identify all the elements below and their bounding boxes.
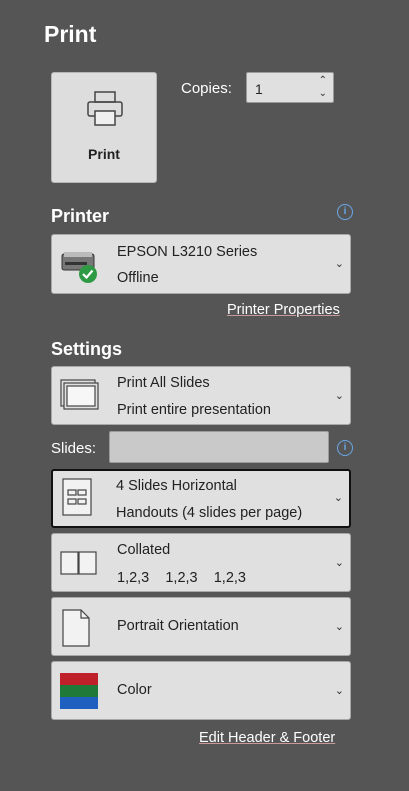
chevron-down-icon: ⌄ xyxy=(334,390,344,402)
chevron-down-icon[interactable]: ⌄ xyxy=(319,89,327,99)
edit-header-footer-link[interactable]: Edit Header & Footer xyxy=(199,730,335,746)
chevron-down-icon: ⌄ xyxy=(334,685,344,697)
copies-label: Copies: xyxy=(181,80,232,97)
printer-dropdown[interactable]: EPSON L3210 Series Offline ⌄ xyxy=(51,234,351,294)
slides-input[interactable] xyxy=(109,431,329,463)
settings-section-title: Settings xyxy=(51,339,123,359)
layout-title: 4 Slides Horizontal xyxy=(116,478,237,494)
all-slides-icon xyxy=(60,379,99,410)
print-range-title: Print All Slides xyxy=(117,375,210,391)
printer-properties-link[interactable]: Printer Properties xyxy=(227,302,340,318)
chevron-up-icon[interactable]: ⌃ xyxy=(319,76,327,86)
slides-label: Slides: xyxy=(51,440,97,457)
info-icon[interactable]: i xyxy=(337,440,353,456)
page-title: Print xyxy=(44,21,97,47)
info-icon[interactable]: i xyxy=(337,204,353,220)
collated-icon xyxy=(60,551,97,575)
orientation-title: Portrait Orientation xyxy=(117,618,239,634)
layout-subtitle: Handouts (4 slides per page) xyxy=(116,505,303,521)
chevron-down-icon: ⌄ xyxy=(334,258,344,270)
four-slides-horizontal-icon xyxy=(62,478,92,516)
printer-section-title: Printer xyxy=(51,206,110,226)
printer-name: EPSON L3210 Series xyxy=(117,244,258,260)
printer-ready-icon xyxy=(61,252,97,283)
color-icon xyxy=(60,673,98,709)
color-dropdown[interactable]: Color ⌄ xyxy=(51,661,351,720)
color-title: Color xyxy=(117,682,152,698)
print-range-subtitle: Print entire presentation xyxy=(117,402,271,418)
print-range-dropdown[interactable]: Print All Slides Print entire presentati… xyxy=(51,366,351,425)
collation-title: Collated xyxy=(117,542,171,558)
layout-dropdown[interactable]: 4 Slides Horizontal Handouts (4 slides p… xyxy=(51,469,351,528)
printer-icon xyxy=(87,91,123,126)
copies-stepper[interactable]: 1 ⌃ ⌄ xyxy=(246,72,334,103)
printer-status: Offline xyxy=(117,270,159,286)
chevron-down-icon: ⌄ xyxy=(334,557,344,569)
collation-dropdown[interactable]: Collated 1,2,3 1,2,3 1,2,3 ⌄ xyxy=(51,533,351,592)
chevron-down-icon: ⌄ xyxy=(333,492,343,504)
copies-value: 1 xyxy=(255,81,263,97)
orientation-dropdown[interactable]: Portrait Orientation ⌄ xyxy=(51,597,351,656)
print-button-label: Print xyxy=(88,146,120,162)
chevron-down-icon: ⌄ xyxy=(334,621,344,633)
collation-subtitle: 1,2,3 1,2,3 1,2,3 xyxy=(117,570,246,586)
print-button[interactable]: Print xyxy=(51,72,157,183)
portrait-page-icon xyxy=(62,609,90,647)
